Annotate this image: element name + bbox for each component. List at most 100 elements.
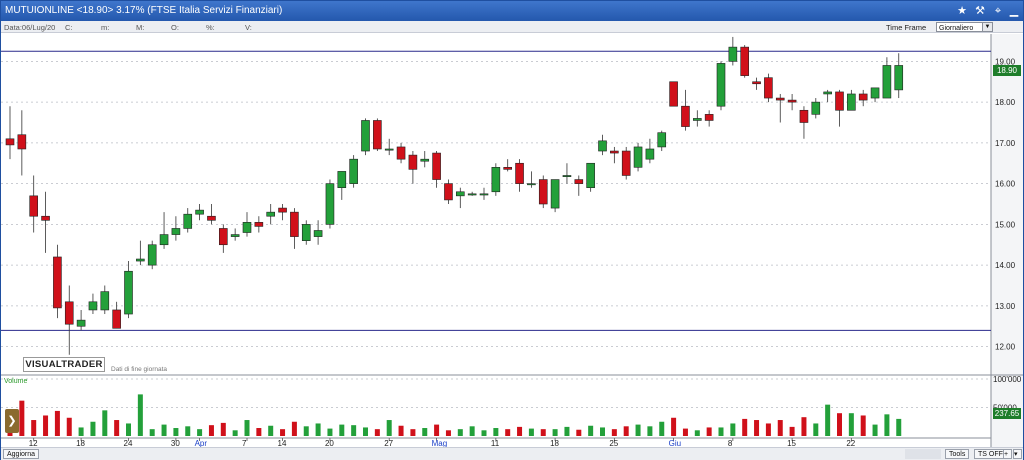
volume-bar (611, 429, 617, 436)
brand-logo: VISUALTRADER (23, 357, 105, 372)
candle-body (823, 91, 832, 95)
price-chart[interactable]: 19.0018.0017.0016.0015.0014.0013.0012.00… (1, 34, 1023, 447)
price-plot-area (1, 34, 991, 374)
volume-bar (600, 427, 605, 436)
candle-body (669, 81, 678, 107)
candle-body (527, 183, 536, 186)
candle-body (278, 207, 287, 213)
timeframe-select[interactable]: Giornaliero ▼ (936, 22, 993, 32)
volume-bar (173, 428, 179, 436)
volume-bar (161, 424, 167, 436)
ts-toggle-button[interactable]: TS OFF (974, 449, 1007, 459)
x-tick-label: 14 (278, 439, 287, 447)
volume-bar (78, 427, 84, 436)
volume-bar (114, 420, 120, 436)
x-tick-label: 12 (29, 439, 38, 447)
volume-bar (848, 413, 854, 436)
volume-bar (363, 427, 368, 436)
candle-body (787, 99, 797, 103)
volume-bar (386, 420, 392, 436)
info-date: Data:06/Lug/20 (4, 23, 56, 32)
tools-button[interactable]: Tools (945, 449, 970, 459)
volume-bar (896, 418, 902, 436)
candle-body (692, 118, 702, 121)
x-tick-label: 8 (728, 439, 733, 447)
volume-bar (540, 429, 546, 436)
volume-bar (481, 430, 487, 436)
candle-body (621, 150, 631, 176)
volume-bar (493, 428, 499, 436)
info-pct: %: (206, 23, 215, 32)
volume-bar (31, 420, 37, 436)
candle-body (610, 150, 619, 154)
info-open: O: (171, 23, 179, 32)
volume-bar (730, 423, 736, 436)
candle-body (562, 175, 572, 177)
candle-body (147, 244, 157, 266)
volume-bar (19, 400, 25, 436)
pin-icon[interactable]: ⌖ (991, 4, 1005, 18)
x-tick-label: 18 (76, 439, 85, 447)
volume-bar (777, 420, 783, 436)
volume-bar (588, 425, 594, 436)
volume-bar (291, 421, 297, 436)
title-bar[interactable]: MUTUIONLINE <18.90> 3.17% (FTSE Italia S… (1, 1, 1023, 21)
candle-body (183, 213, 193, 229)
volume-bar (635, 424, 641, 436)
volume-bar (576, 429, 582, 436)
volume-bar (754, 420, 760, 436)
candle-body (361, 120, 370, 152)
volume-bar (90, 421, 96, 436)
x-tick-label: 27 (384, 439, 393, 447)
candle-body (491, 167, 501, 193)
candle-body (29, 195, 39, 217)
volume-bar (552, 429, 558, 436)
volume-bar (825, 404, 831, 436)
candle-body (420, 158, 430, 162)
candle-body (349, 158, 358, 184)
volume-bar (789, 426, 795, 436)
candle-body (657, 132, 667, 148)
volume-bar (232, 430, 238, 436)
volume-bar (197, 429, 203, 436)
candle-body (53, 256, 62, 309)
volume-bar (813, 423, 819, 436)
candle-body (171, 228, 181, 235)
aggiorna-button[interactable]: Aggiorna (3, 449, 40, 459)
volume-bar (303, 426, 309, 436)
candle-body (100, 291, 110, 311)
candle-body (633, 146, 643, 168)
add-icon[interactable]: + (1003, 449, 1012, 459)
x-tick-label: 30 (171, 439, 180, 447)
hammer-icon[interactable]: ⚒ (973, 4, 987, 18)
candle-body (432, 152, 441, 180)
volume-bar (374, 429, 380, 436)
volume-bar (659, 421, 665, 436)
candle-body (574, 179, 584, 184)
candle-body (5, 138, 15, 146)
volume-bar (682, 428, 688, 436)
candle-body (444, 183, 453, 201)
candle-body (136, 258, 145, 262)
chevron-down-icon: ▼ (982, 23, 992, 31)
volume-bar (66, 417, 72, 436)
volume-bar (694, 430, 700, 436)
candle-body (384, 148, 394, 151)
volume-bar (339, 424, 345, 436)
minimize-icon[interactable]: ▁ (1007, 4, 1021, 18)
candle-body (704, 114, 714, 121)
candle-body (870, 87, 880, 99)
candle-body (467, 193, 477, 196)
volume-bar (434, 424, 440, 436)
x-tick-label: Mag (432, 439, 448, 447)
info-close: C: (65, 23, 73, 32)
candle-body (538, 179, 548, 205)
scroll-left-icon[interactable]: ❯ (5, 409, 19, 433)
chevron-down-icon[interactable]: ▾ (1013, 449, 1022, 459)
y-tick-label: 15.00 (995, 220, 1016, 229)
star-icon[interactable]: ★ (955, 4, 969, 18)
volume-bar (528, 428, 534, 436)
info-max: M: (136, 23, 145, 32)
x-tick-label: Apr (195, 439, 208, 447)
scrollbar[interactable] (905, 449, 941, 459)
